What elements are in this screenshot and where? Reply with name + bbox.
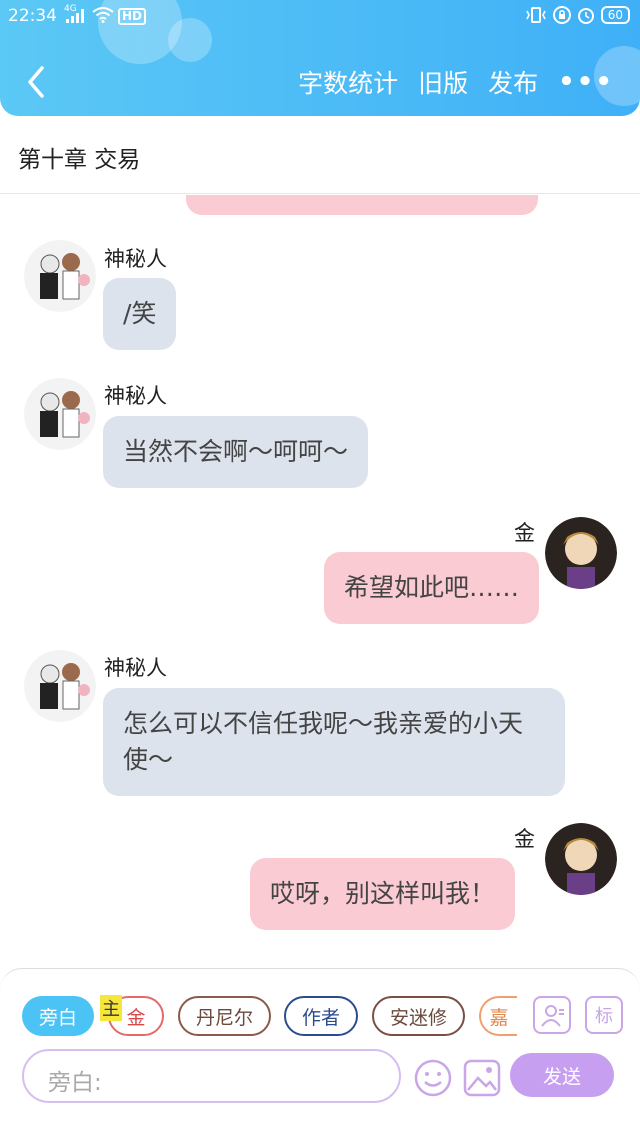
role-chip-narration[interactable]: 旁白	[22, 996, 94, 1036]
message-bubble[interactable]: 希望如此吧……	[324, 552, 540, 624]
image-icon[interactable]	[462, 1058, 502, 1098]
message-input[interactable]: 旁白:	[22, 1049, 401, 1103]
publish-button[interactable]: 发布	[488, 64, 538, 100]
header-actions: 字数统计 旧版 发布 •••	[298, 64, 614, 100]
sender-name: 神秘人	[104, 247, 167, 271]
mark-icon[interactable]: 标	[585, 996, 623, 1034]
message-bubble[interactable]: 怎么可以不信任我呢～我亲爱的小天使～	[103, 688, 565, 796]
message-bubble[interactable]: /笑	[103, 278, 177, 350]
avatar-jin[interactable]	[545, 517, 617, 589]
role-chip-partial[interactable]: 嘉	[479, 996, 517, 1036]
message-bubble-partial	[186, 195, 538, 215]
emoji-icon[interactable]	[413, 1058, 453, 1098]
sender-name: 金	[514, 521, 535, 545]
role-chip-daniel[interactable]: 丹尼尔	[178, 996, 271, 1036]
battery-level: 60	[600, 6, 630, 24]
status-bar: 22:34 4G HD 60	[0, 0, 640, 34]
character-manage-icon[interactable]	[533, 996, 571, 1034]
message-bubble[interactable]: 哎呀，别这样叫我！	[250, 858, 516, 930]
send-button[interactable]: 发送	[510, 1053, 614, 1097]
status-right-icons: 60	[525, 6, 630, 24]
more-menu-icon[interactable]: •••	[558, 67, 614, 97]
hd-badge: HD	[118, 8, 147, 25]
lock-icon	[552, 6, 571, 24]
status-time: 22:34	[8, 6, 57, 26]
main-role-tag: 主	[100, 995, 122, 1021]
chapter-title[interactable]: 第十章 交易	[0, 116, 640, 194]
avatar-jin[interactable]	[545, 823, 617, 895]
back-arrow-icon[interactable]	[22, 62, 56, 102]
alarm-icon	[577, 8, 594, 24]
old-version-button[interactable]: 旧版	[418, 64, 468, 100]
sender-name: 神秘人	[104, 656, 167, 680]
composer-panel: 旁白 金 主 丹尼尔 作者 安迷修 嘉 标 旁白: 发送	[0, 968, 640, 1138]
message-bubble[interactable]: 当然不会啊～呵呵～	[103, 416, 369, 488]
avatar-mysterious[interactable]	[24, 378, 96, 450]
avatar-mysterious[interactable]	[24, 650, 96, 722]
chat-area: 神秘人 /笑 神秘人 当然不会啊～呵呵～ 金 希望如此吧…… 神秘人 怎么可以不…	[0, 195, 640, 970]
signal-icon	[66, 9, 84, 23]
app-header: 22:34 4G HD 60 字数统计 旧版 发布 •••	[0, 0, 640, 116]
role-chip-author[interactable]: 作者	[284, 996, 358, 1036]
wifi-icon	[92, 7, 114, 23]
avatar-mysterious[interactable]	[24, 240, 96, 312]
sender-name: 金	[514, 827, 535, 851]
sender-name: 神秘人	[104, 384, 167, 408]
word-count-button[interactable]: 字数统计	[298, 64, 398, 100]
vibrate-icon	[526, 7, 546, 23]
role-chip-anmixiu[interactable]: 安迷修	[372, 996, 465, 1036]
